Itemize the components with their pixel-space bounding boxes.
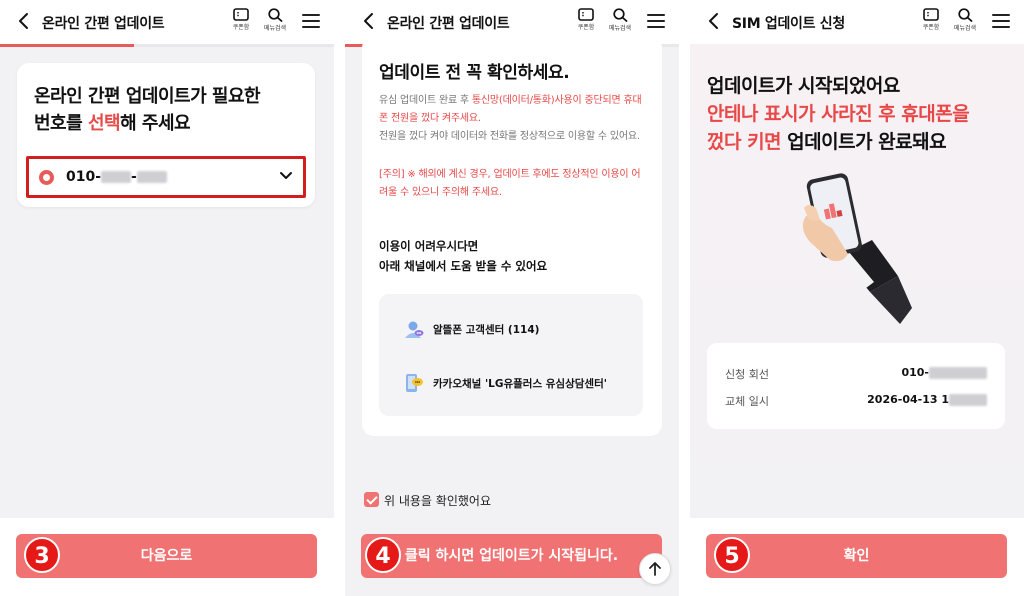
checkbox-label: 위 내용을 확인했어요 — [384, 494, 491, 508]
notice-text: 유심 업데이트 완료 후 — [379, 95, 472, 106]
notice-paragraph-2: 전원을 껐다 켜야 데이터와 전화를 정상적으로 이용할 수 있어요. — [379, 131, 640, 142]
chevron-down-icon — [280, 172, 292, 179]
hamburger-menu-icon[interactable] — [302, 14, 320, 28]
search-icon — [612, 8, 627, 22]
number-select-card: 온라인 간편 업데이트가 필요한 번호를 선택해 주세요 010- - — [17, 63, 315, 207]
search-icon — [957, 8, 972, 22]
card-heading: 온라인 간편 업데이트가 필요한 번호를 선택해 주세요 — [34, 83, 261, 137]
info-value: 010- — [901, 366, 987, 379]
message-line-3: 껐다 키면 업데이트가 완료돼요 — [707, 128, 969, 156]
coupon-button[interactable]: 쿠폰함 — [916, 8, 946, 38]
completion-message: 업데이트가 시작되었어요 안테나 표시가 사라진 후 휴대폰을 껐다 키면 업데… — [707, 72, 970, 156]
page-title: 온라인 간편 업데이트 — [387, 16, 510, 32]
message-line-2: 안테나 표시가 사라진 후 휴대폰을 — [707, 103, 970, 125]
kakao-channel-label: 카카오채널 'LG유플러스 유심상담센터' — [433, 378, 607, 390]
heading-text: 번호를 — [34, 113, 88, 134]
phone-number-dropdown[interactable]: 010- - — [26, 156, 306, 198]
radio-selected-icon[interactable] — [39, 170, 54, 185]
screen-update-started: SIM 업데이트 신청 쿠폰함 메뉴검색 업데이트가 시작되었어요 안테나 표시… — [690, 0, 1024, 596]
message-text: 업데이트가 완료돼요 — [781, 131, 947, 153]
hamburger-menu-icon[interactable] — [647, 14, 665, 28]
top-header: SIM 업데이트 신청 쿠폰함 메뉴검색 — [690, 0, 1024, 44]
heading-line-2: 번호를 선택해 주세요 — [34, 110, 260, 137]
help-line-1: 이용이 어려우시다면 — [379, 239, 479, 253]
masked-digits — [929, 367, 987, 379]
application-info-card: 신청 회선 010- 교체 일시 2026-04-13 1 — [707, 343, 1005, 429]
phone-prefix: 010- — [66, 169, 102, 185]
masked-digits — [949, 394, 987, 406]
hand-holding-phone-illustration — [802, 173, 912, 324]
step-badge: 4 — [365, 537, 401, 573]
menu-search-button[interactable]: 메뉴검색 — [605, 8, 635, 38]
progress-bar — [0, 44, 134, 47]
screen-select-number: 온라인 간편 업데이트 쿠폰함 메뉴검색 온라인 간편 업데이트가 필요한 번호… — [0, 0, 334, 596]
back-arrow-icon[interactable] — [14, 11, 34, 31]
coupon-label: 쿠폰함 — [922, 24, 940, 31]
top-header: 온라인 간편 업데이트 쿠폰함 메뉴검색 — [0, 0, 334, 44]
start-update-button[interactable]: 클릭 하시면 업데이트가 시작됩니다. — [361, 534, 662, 578]
menu-search-button[interactable]: 메뉴검색 — [950, 8, 980, 38]
screen-confirm-notice: 온라인 간편 업데이트 쿠폰함 메뉴검색 업데이트 전 꼭 확인하세요. 유심 … — [345, 0, 679, 596]
info-value: 2026-04-13 1 — [867, 393, 987, 406]
search-label: 메뉴검색 — [263, 25, 287, 32]
chat-phone-icon — [406, 374, 423, 392]
page-title: SIM 업데이트 신청 — [732, 16, 845, 32]
confirm-button[interactable]: 확인 — [706, 534, 1007, 578]
coupon-label: 쿠폰함 — [577, 24, 595, 31]
coupon-icon — [923, 8, 939, 21]
heading-emphasis: 선택 — [87, 113, 121, 134]
search-label: 메뉴검색 — [608, 25, 632, 32]
search-icon — [267, 8, 282, 22]
hamburger-menu-icon[interactable] — [992, 14, 1010, 28]
phone-number: 010- - — [66, 169, 167, 185]
phone-separator: - — [131, 169, 137, 185]
line-number: 010- — [901, 366, 929, 379]
message-line-1: 업데이트가 시작되었어요 — [707, 75, 900, 97]
support-agent-icon — [405, 321, 424, 338]
coupon-icon — [233, 8, 249, 21]
search-label: 메뉴검색 — [953, 25, 977, 32]
step-badge: 3 — [24, 537, 60, 573]
checkbox-checked[interactable] — [364, 492, 379, 507]
help-heading: 이용이 어려우시다면 아래 채널에서 도움 받을 수 있어요 — [379, 236, 547, 276]
arrow-up-icon — [649, 562, 661, 576]
help-channel-list: 알뜰폰 고객센터 (114) 카카오채널 'LG유플러스 유심상담센터' — [379, 294, 643, 416]
coupon-button[interactable]: 쿠폰함 — [226, 8, 256, 38]
page-title: 온라인 간편 업데이트 — [42, 16, 165, 32]
menu-search-button[interactable]: 메뉴검색 — [260, 8, 290, 38]
masked-digits — [101, 171, 132, 183]
back-arrow-icon[interactable] — [359, 11, 379, 31]
heading-text: 해 주세요 — [120, 113, 191, 134]
notice-card: 업데이트 전 꼭 확인하세요. 유심 업데이트 완료 후 통신망(데이터/통화)… — [362, 36, 662, 436]
customer-center-label: 알뜰폰 고객센터 (114) — [433, 324, 540, 336]
message-emphasis: 껐다 키면 — [707, 131, 782, 153]
info-key: 교체 일시 — [725, 395, 769, 408]
notice-heading: 업데이트 전 꼭 확인하세요. — [379, 63, 570, 83]
coupon-icon — [578, 8, 594, 21]
step-badge: 5 — [714, 537, 750, 573]
notice-paragraph-1: 유심 업데이트 완료 후 통신망(데이터/통화)사용이 중단되면 휴대폰 전원을… — [379, 92, 649, 128]
back-arrow-icon[interactable] — [704, 11, 724, 31]
help-line-2: 아래 채널에서 도움 받을 수 있어요 — [379, 259, 548, 273]
warning-notice: [주의] ※ 해외에 계신 경우, 업데이트 후에도 정상적인 이용이 어려울 … — [379, 169, 641, 198]
info-key: 신청 회선 — [725, 368, 769, 381]
next-button[interactable]: 다음으로 — [16, 534, 317, 578]
replace-datetime: 2026-04-13 1 — [867, 393, 949, 406]
heading-line-1: 온라인 간편 업데이트가 필요한 — [34, 86, 261, 107]
scroll-to-top-button[interactable] — [639, 553, 671, 585]
coupon-label: 쿠폰함 — [232, 24, 250, 31]
masked-digits — [136, 171, 167, 183]
coupon-button[interactable]: 쿠폰함 — [571, 8, 601, 38]
